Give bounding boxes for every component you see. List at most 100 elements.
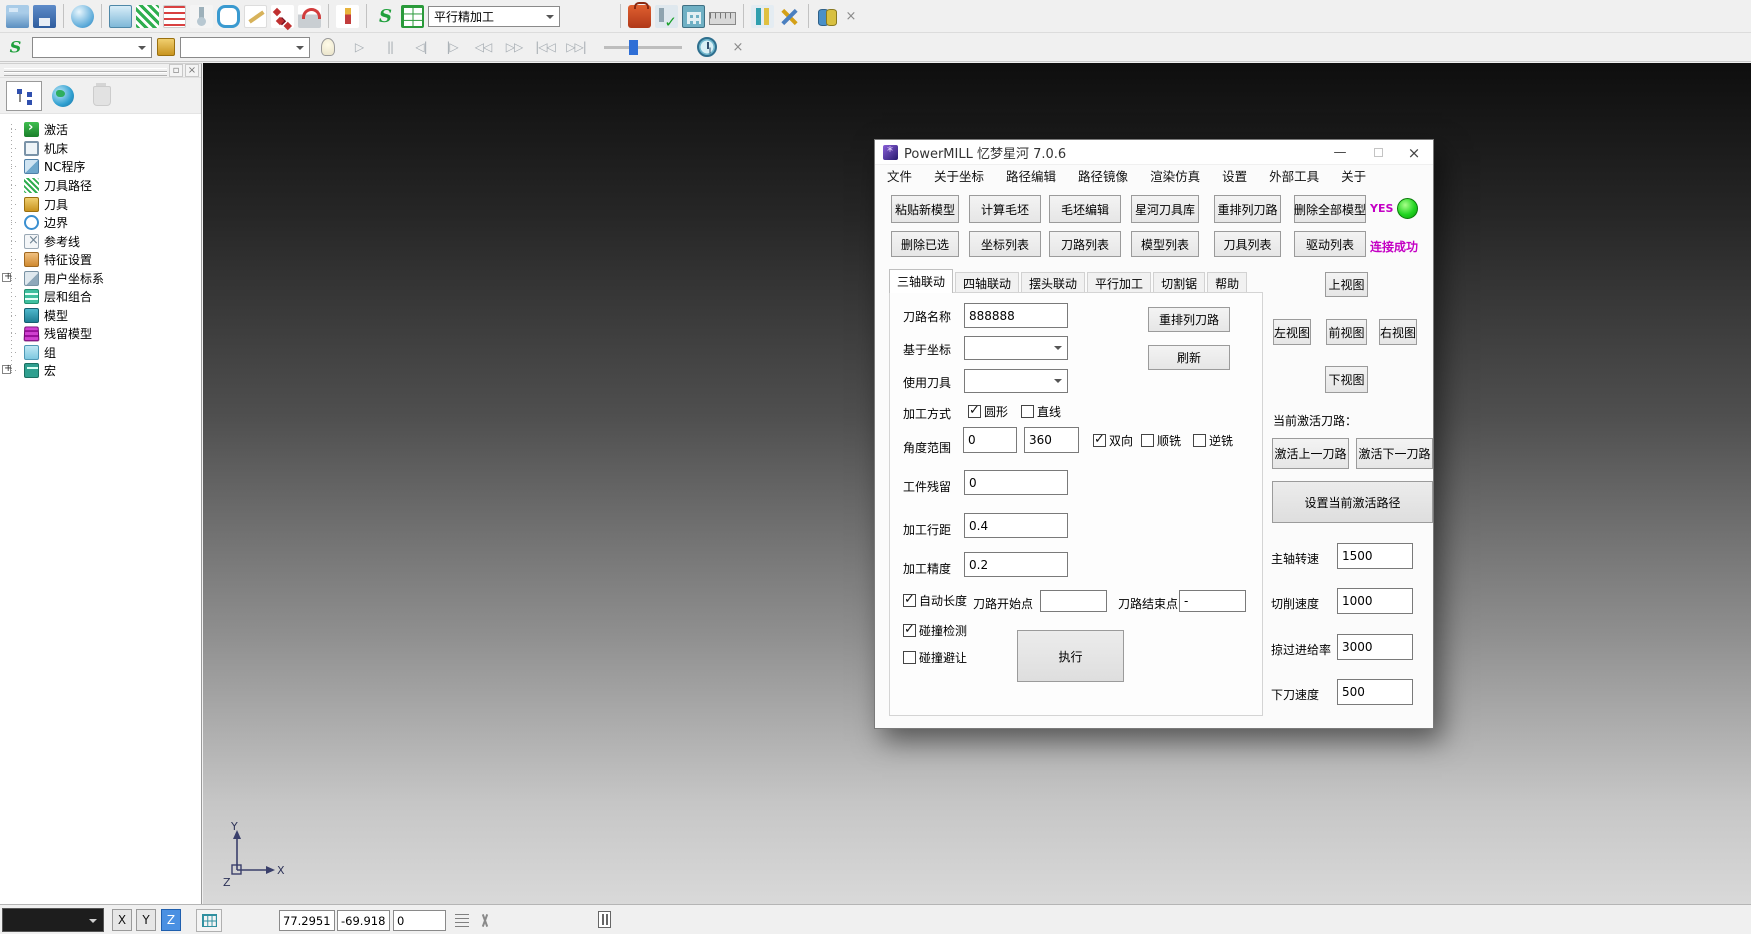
tool-create-icon[interactable] — [190, 5, 213, 28]
sim-toolbar-close-icon[interactable]: × — [730, 40, 746, 55]
open-project-icon[interactable] — [6, 5, 29, 28]
float-panel-icon[interactable]: ▫ — [169, 64, 183, 77]
pause-icon[interactable]: || — [377, 35, 403, 59]
rearrange-toolpaths-button[interactable]: 重排列刀路 — [1214, 195, 1281, 223]
tree-item-machine[interactable]: 机床 — [0, 139, 68, 157]
boundary-create-icon[interactable] — [217, 5, 240, 28]
shaded-view-icon[interactable] — [71, 5, 94, 28]
drive-list-button[interactable]: 驱动列表 — [1294, 231, 1366, 257]
tree-item-patterns[interactable]: 参考线 — [0, 232, 80, 250]
climb-mill-checkbox[interactable]: 顺铣 — [1141, 432, 1181, 449]
powermill-logo-icon[interactable] — [374, 5, 397, 28]
use-tool-combobox[interactable] — [964, 369, 1068, 393]
stepover-input[interactable] — [964, 513, 1068, 538]
sim-toolpath-combobox[interactable] — [32, 37, 152, 58]
toolpath-create-icon[interactable] — [136, 5, 159, 28]
stock-remain-input[interactable] — [964, 470, 1068, 495]
tree-item-nc-programs[interactable]: NC程序 — [0, 157, 85, 175]
tree-item-models[interactable]: 模型 — [0, 306, 68, 324]
tree-item-workplanes[interactable]: 用户坐标系 — [0, 269, 104, 287]
maximize-button[interactable] — [1363, 142, 1393, 163]
activate-prev-button[interactable]: 激活上一刀路 — [1272, 438, 1349, 469]
edit-stock-button[interactable]: 毛坯编辑 — [1049, 195, 1121, 223]
view-front-button[interactable]: 前视图 — [1326, 319, 1367, 345]
menu-about[interactable]: 关于 — [1341, 166, 1366, 185]
tree-item-macros[interactable]: 宏 — [0, 361, 56, 379]
grid-toggle-button[interactable] — [196, 909, 222, 932]
transform-icon[interactable] — [778, 5, 801, 28]
explorer-trash-tab[interactable] — [84, 81, 120, 111]
toolpath-list-button[interactable]: 刀路列表 — [1049, 231, 1121, 257]
menu-path-mirror[interactable]: 路径镜像 — [1078, 166, 1128, 185]
tab-saw[interactable]: 切割锯 — [1153, 272, 1205, 293]
list-options-icon[interactable] — [455, 914, 469, 927]
tool-list-button[interactable]: 刀具列表 — [1214, 231, 1281, 257]
pattern-create-icon[interactable] — [244, 5, 267, 28]
tab-4axis[interactable]: 四轴联动 — [955, 272, 1019, 293]
conventional-mill-checkbox[interactable]: 逆铣 — [1193, 432, 1233, 449]
nc-program-icon[interactable] — [163, 5, 186, 28]
sim-tool-combobox[interactable] — [180, 37, 310, 58]
view-right-button[interactable]: 右视图 — [1379, 319, 1417, 345]
save-project-icon[interactable] — [33, 5, 56, 28]
coord-x-input[interactable] — [279, 910, 335, 931]
step-back-icon[interactable]: ◁| — [408, 35, 434, 59]
menu-render-sim[interactable]: 渲染仿真 — [1150, 166, 1200, 185]
activate-next-button[interactable]: 激活下一刀路 — [1356, 438, 1433, 469]
calculator-icon[interactable] — [682, 5, 705, 28]
toolpath-name-input[interactable] — [964, 303, 1068, 328]
expand-icon[interactable] — [2, 273, 11, 282]
simulation-block-icon[interactable] — [298, 5, 321, 28]
strategy-list-icon[interactable] — [401, 5, 424, 28]
calc-stock-button[interactable]: 计算毛坯 — [969, 195, 1041, 223]
probe-pair-icon[interactable] — [751, 5, 774, 28]
expand-icon[interactable] — [2, 365, 11, 374]
minimize-button[interactable]: — — [1325, 142, 1355, 163]
close-panel-icon[interactable]: × — [185, 64, 199, 77]
cutting-feed-input[interactable] — [1337, 588, 1413, 614]
axis-x-button[interactable]: X — [112, 909, 132, 931]
ruler-icon[interactable] — [709, 12, 736, 25]
tree-item-boundaries[interactable]: 边界 — [0, 213, 68, 231]
tolerance-input[interactable] — [964, 552, 1068, 577]
page-layout-icon[interactable] — [598, 911, 611, 928]
coord-base-combobox[interactable] — [964, 336, 1068, 360]
coord-y-input[interactable] — [337, 910, 390, 931]
toolbar-close-icon[interactable]: × — [843, 9, 859, 24]
circle-checkbox[interactable]: 圆形 — [968, 403, 1008, 420]
rearrange-button[interactable]: 重排列刀路 — [1148, 307, 1230, 332]
tool-holder-icon[interactable] — [336, 5, 359, 28]
menu-path-edit[interactable]: 路径编辑 — [1006, 166, 1056, 185]
line-checkbox[interactable]: 直线 — [1021, 403, 1061, 420]
spindle-speed-input[interactable] — [1337, 543, 1413, 569]
lightbulb-icon[interactable] — [321, 38, 335, 56]
menu-coords[interactable]: 关于坐标 — [934, 166, 984, 185]
skim-feed-input[interactable] — [1337, 634, 1413, 660]
view-left-button[interactable]: 左视图 — [1273, 319, 1311, 345]
start-point-input[interactable] — [1040, 590, 1107, 612]
play-icon[interactable]: ▷ — [346, 35, 372, 59]
refresh-button[interactable]: 刷新 — [1148, 345, 1230, 370]
coord-z-input[interactable] — [393, 910, 446, 931]
coord-list-button[interactable]: 坐标列表 — [969, 231, 1041, 257]
angle-end-input[interactable] — [1024, 427, 1079, 453]
tool-verify-icon[interactable] — [655, 5, 678, 28]
explorer-tree-tab[interactable] — [6, 81, 42, 111]
tree-item-activate[interactable]: 激活 — [0, 120, 68, 138]
end-point-input[interactable] — [1179, 590, 1246, 612]
go-start-icon[interactable]: |◁◁ — [532, 35, 558, 59]
menu-settings[interactable]: 设置 — [1222, 166, 1247, 185]
paste-new-model-button[interactable]: 粘贴新模型 — [891, 195, 959, 223]
tab-tilt-head[interactable]: 摆头联动 — [1021, 272, 1085, 293]
delete-selected-button[interactable]: 删除已选 — [891, 231, 959, 257]
set-active-path-button[interactable]: 设置当前激活路径 — [1272, 481, 1433, 523]
close-button[interactable]: × — [1399, 142, 1429, 163]
tree-item-levels[interactable]: 层和组合 — [0, 287, 92, 305]
tab-parallel[interactable]: 平行加工 — [1087, 272, 1151, 293]
menu-external-tools[interactable]: 外部工具 — [1269, 166, 1319, 185]
tab-3axis[interactable]: 三轴联动 — [889, 269, 953, 293]
bidirectional-checkbox[interactable]: 双向 — [1093, 432, 1133, 449]
strategy-combobox[interactable]: 平行精加工 — [428, 6, 560, 27]
step-forward-icon[interactable]: |▷ — [439, 35, 465, 59]
tree-item-toolpaths[interactable]: 刀具路径 — [0, 176, 92, 194]
